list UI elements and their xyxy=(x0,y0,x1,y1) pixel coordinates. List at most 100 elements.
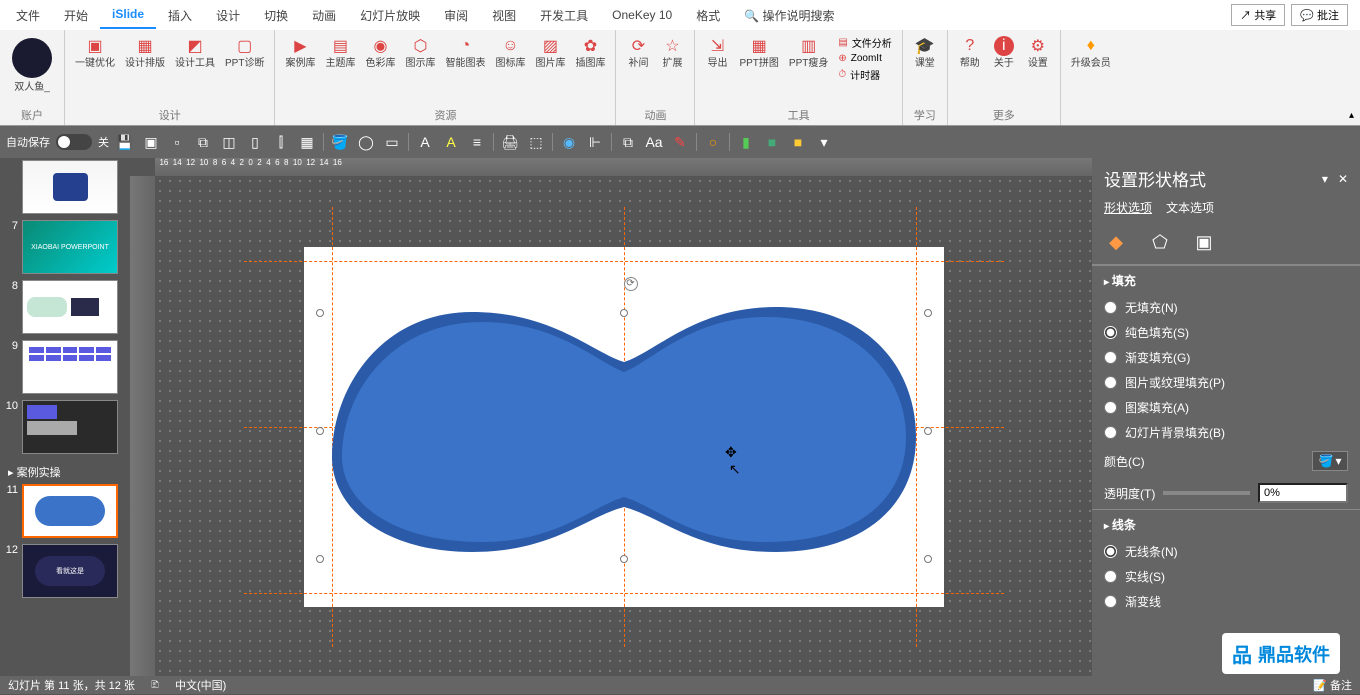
dtool-button[interactable]: ◩设计工具 xyxy=(171,34,219,72)
sel-handle[interactable] xyxy=(924,555,932,563)
qat-icon-13[interactable]: ≡ xyxy=(467,132,487,152)
section-header[interactable]: 案例实操 xyxy=(2,460,128,484)
thumb-7[interactable]: XIAOBAI POWERPOINT xyxy=(22,220,118,274)
zoomit-button[interactable]: ⊕ZoomIt xyxy=(834,52,895,65)
line-section-header[interactable]: 线条 xyxy=(1092,509,1360,539)
qat-color-1[interactable]: ■ xyxy=(762,132,782,152)
qat-icon-2[interactable]: ▫ xyxy=(167,132,187,152)
diagram-button[interactable]: ⬡图示库 xyxy=(401,34,439,72)
export-button[interactable]: ⇲导出 xyxy=(701,34,733,72)
qat-color-2[interactable]: ■ xyxy=(788,132,808,152)
ext-button[interactable]: ☆扩展 xyxy=(656,34,688,72)
qat-icon-17[interactable]: Aa xyxy=(644,132,664,152)
tab-review[interactable]: 审阅 xyxy=(432,1,480,30)
thumb-9[interactable] xyxy=(22,340,118,394)
accessibility-icon[interactable]: 🗈 xyxy=(151,676,159,695)
qat-icon-1[interactable]: ▣ xyxy=(141,132,161,152)
transparency-slider[interactable] xyxy=(1163,491,1250,495)
qat-icon-16[interactable]: ⊩ xyxy=(585,132,605,152)
share-button[interactable]: ↗ 共享 xyxy=(1231,4,1285,26)
case-button[interactable]: ▶案例库 xyxy=(281,34,319,72)
fill-none[interactable]: 无填充(N) xyxy=(1092,295,1360,320)
tab-home[interactable]: 开始 xyxy=(52,1,100,30)
blob-shape[interactable] xyxy=(332,307,916,552)
sel-handle[interactable] xyxy=(316,427,324,435)
color-picker-button[interactable]: 🪣▾ xyxy=(1312,451,1348,471)
icon-button[interactable]: ☺图标库 xyxy=(491,34,529,72)
tab-slideshow[interactable]: 幻灯片放映 xyxy=(348,1,432,30)
sel-handle[interactable] xyxy=(924,427,932,435)
crop-icon[interactable]: ⧉ xyxy=(618,132,638,152)
qat-icon-12[interactable]: A xyxy=(441,132,461,152)
qat-icon-10[interactable]: ▭ xyxy=(382,132,402,152)
layout-button[interactable]: ▦设计排版 xyxy=(121,34,169,72)
notes-button[interactable]: 📝 备注 xyxy=(1313,677,1352,693)
eyedropper-icon[interactable]: ✎ xyxy=(670,132,690,152)
qat-icon-9[interactable]: ◯ xyxy=(356,132,376,152)
fill-pattern[interactable]: 图案填充(A) xyxy=(1092,395,1360,420)
qat-icon-3[interactable]: ⧉ xyxy=(193,132,213,152)
qat-icon-14[interactable]: ⬚ xyxy=(526,132,546,152)
rotate-handle[interactable]: ⟳ xyxy=(624,277,638,291)
slide-canvas[interactable]: ⟳ xyxy=(304,247,944,607)
qat-icon-18[interactable]: ○ xyxy=(703,132,723,152)
line-gradient[interactable]: 渐变线 xyxy=(1092,589,1360,614)
help-button[interactable]: ?帮助 xyxy=(954,34,986,72)
pptslim-button[interactable]: ▥PPT瘦身 xyxy=(785,34,832,72)
print-icon[interactable]: 🖨 xyxy=(500,132,520,152)
sel-handle[interactable] xyxy=(620,555,628,563)
lang-label[interactable]: 中文(中国) xyxy=(175,677,226,693)
thumb-11[interactable] xyxy=(22,484,118,538)
comment-button[interactable]: 💬 批注 xyxy=(1291,4,1348,26)
thumb-12[interactable]: 看就这是 xyxy=(22,544,118,598)
line-none[interactable]: 无线条(N) xyxy=(1092,539,1360,564)
about-button[interactable]: i关于 xyxy=(988,34,1020,72)
tab-file[interactable]: 文件 xyxy=(4,1,52,30)
fill-slidebg[interactable]: 幻灯片背景填充(B) xyxy=(1092,420,1360,445)
sel-handle[interactable] xyxy=(316,555,324,563)
qat-icon-8[interactable]: 🪣 xyxy=(330,132,350,152)
size-icon[interactable]: ▣ xyxy=(1192,230,1216,254)
qat-icon-4[interactable]: ◫ xyxy=(219,132,239,152)
pptpin-button[interactable]: ▦PPT拼图 xyxy=(735,34,782,72)
tab-format[interactable]: 格式 xyxy=(684,1,732,30)
tab-text-options[interactable]: 文本选项 xyxy=(1166,199,1214,216)
tab-anim[interactable]: 动画 xyxy=(300,1,348,30)
qat-icon-5[interactable]: ▯ xyxy=(245,132,265,152)
pptdiag-button[interactable]: ▢PPT诊断 xyxy=(221,34,268,72)
class-button[interactable]: 🎓课堂 xyxy=(909,34,941,72)
timer-button[interactable]: ⏱计时器 xyxy=(834,66,895,83)
color-button[interactable]: ◉色彩库 xyxy=(361,34,399,72)
fill-section-header[interactable]: 填充 xyxy=(1092,265,1360,295)
panel-close-icon[interactable]: ✕ xyxy=(1338,172,1348,186)
qat-icon-6[interactable]: ⫿ xyxy=(271,132,291,152)
tab-design[interactable]: 设计 xyxy=(204,1,252,30)
sel-handle[interactable] xyxy=(620,309,628,317)
thumb-8[interactable] xyxy=(22,280,118,334)
fill-picture[interactable]: 图片或纹理填充(P) xyxy=(1092,370,1360,395)
image-button[interactable]: ▨图片库 xyxy=(531,34,569,72)
illust-button[interactable]: ✿插图库 xyxy=(571,34,609,72)
fill-gradient[interactable]: 渐变填充(G) xyxy=(1092,345,1360,370)
fileanal-button[interactable]: ▤文件分析 xyxy=(834,34,895,51)
qat-more[interactable]: ▾ xyxy=(814,132,834,152)
collapse-ribbon-icon[interactable]: ▴ xyxy=(1349,110,1354,121)
qat-icon-19[interactable]: ▮ xyxy=(736,132,756,152)
qat-icon-7[interactable]: ▦ xyxy=(297,132,317,152)
thumb-6[interactable] xyxy=(22,160,118,214)
effects-icon[interactable]: ⬠ xyxy=(1148,230,1172,254)
tab-islide[interactable]: iSlide xyxy=(100,1,156,29)
thumbnails-panel[interactable]: 7XIAOBAI POWERPOINT 8 9 10 案例实操 11 12看就这… xyxy=(0,158,130,678)
tab-onekey[interactable]: OneKey 10 xyxy=(600,2,684,28)
qat-icon-15[interactable]: ◉ xyxy=(559,132,579,152)
account-button[interactable]: 双人鱼_ xyxy=(6,34,58,96)
qat-icon-11[interactable]: A xyxy=(415,132,435,152)
tween-button[interactable]: ⟳补间 xyxy=(622,34,654,72)
tab-transition[interactable]: 切换 xyxy=(252,1,300,30)
fill-line-icon[interactable]: ◆ xyxy=(1104,230,1128,254)
tab-shape-options[interactable]: 形状选项 xyxy=(1104,199,1152,216)
search-hint[interactable]: 🔍 操作说明搜索 xyxy=(732,1,846,30)
fill-solid[interactable]: 纯色填充(S) xyxy=(1092,320,1360,345)
tab-dev[interactable]: 开发工具 xyxy=(528,1,600,30)
theme-button[interactable]: ▤主题库 xyxy=(321,34,359,72)
